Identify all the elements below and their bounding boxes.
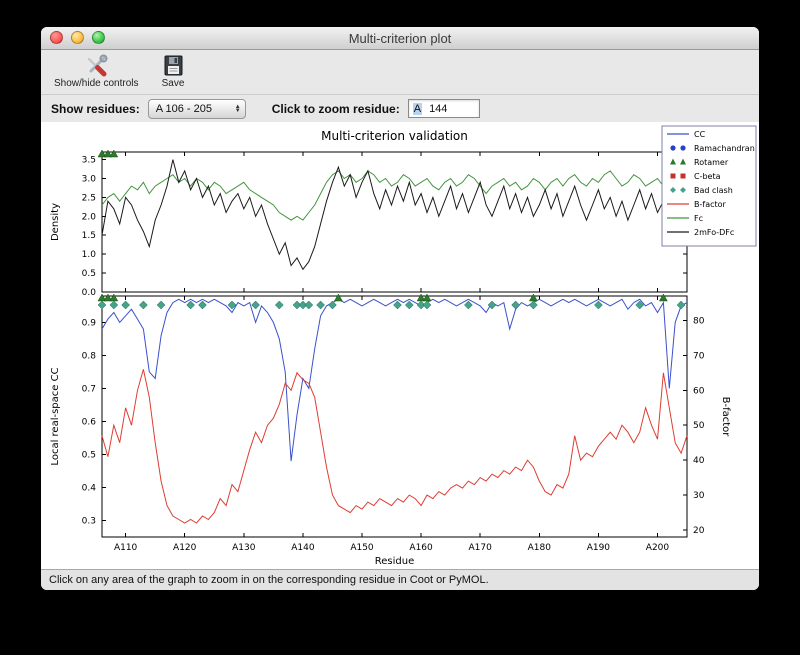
svg-text:0.0: 0.0 [82, 288, 97, 298]
svg-text:70: 70 [693, 351, 705, 361]
save-label: Save [161, 78, 185, 89]
svg-text:Residue: Residue [375, 556, 414, 567]
svg-text:Bad clash: Bad clash [694, 186, 733, 195]
svg-text:0.4: 0.4 [82, 483, 97, 493]
svg-text:0.6: 0.6 [82, 417, 97, 427]
svg-text:0.5: 0.5 [82, 269, 96, 279]
svg-text:Fc: Fc [694, 214, 703, 223]
toolbar: Show/hide controls Save [41, 50, 759, 94]
svg-text:40: 40 [693, 456, 705, 466]
svg-text:50: 50 [693, 421, 705, 431]
svg-text:A140: A140 [291, 543, 315, 553]
svg-text:0.5: 0.5 [82, 450, 96, 460]
window-title: Multi-criterion plot [348, 30, 452, 46]
plot-area: Multi-criterion validation 0.0 0.5 1.0 1.5 2.… [41, 122, 759, 569]
svg-text:0.9: 0.9 [82, 318, 97, 328]
show-hide-controls-button[interactable]: Show/hide controls [51, 52, 142, 90]
svg-text:A170: A170 [469, 543, 493, 553]
svg-text:Density: Density [50, 203, 61, 241]
svg-text:B-factor: B-factor [694, 200, 727, 209]
svg-text:CC: CC [694, 130, 706, 139]
svg-text:60: 60 [693, 386, 705, 396]
status-text: Click on any area of the graph to zoom i… [49, 574, 489, 586]
zoom-residue-label: Click to zoom residue: [271, 101, 400, 116]
svg-text:A180: A180 [528, 543, 552, 553]
svg-text:A150: A150 [350, 543, 374, 553]
status-bar: Click on any area of the graph to zoom i… [41, 569, 759, 590]
svg-text:3.5: 3.5 [82, 156, 96, 166]
show-hide-controls-label: Show/hide controls [54, 78, 139, 89]
popup-arrows-icon: ▲ ▼ [234, 103, 241, 114]
close-button[interactable] [50, 31, 63, 44]
show-residues-label: Show residues: [51, 101, 140, 116]
svg-text:30: 30 [693, 491, 705, 501]
svg-text:A160: A160 [409, 543, 433, 553]
svg-text:2.5: 2.5 [82, 193, 96, 203]
svg-text:B-factor: B-factor [720, 397, 731, 438]
svg-text:A130: A130 [232, 543, 256, 553]
svg-text:Ramachandran: Ramachandran [694, 144, 755, 153]
multi-criterion-chart[interactable]: Multi-criterion validation 0.0 0.5 1.0 1.5 2.… [42, 122, 758, 569]
save-icon [164, 55, 182, 76]
window-controls [50, 31, 105, 44]
svg-text:A120: A120 [173, 543, 197, 553]
residue-range-value: A 106 - 205 [155, 102, 212, 115]
svg-text:1.0: 1.0 [82, 250, 97, 260]
svg-text:C-beta: C-beta [694, 172, 721, 181]
svg-text:A200: A200 [646, 543, 670, 553]
zoom-residue-input[interactable]: A 144 [407, 99, 480, 118]
title-bar[interactable]: Multi-criterion plot [41, 27, 759, 50]
svg-text:2.0: 2.0 [82, 212, 97, 222]
svg-text:0.8: 0.8 [82, 351, 97, 361]
svg-text:80: 80 [693, 316, 705, 326]
svg-text:3.0: 3.0 [82, 174, 97, 184]
svg-text:20: 20 [693, 526, 705, 536]
svg-text:0.3: 0.3 [82, 516, 96, 526]
tools-icon [87, 54, 108, 77]
save-button[interactable]: Save [158, 52, 189, 90]
svg-text:A190: A190 [587, 543, 611, 553]
svg-text:A110: A110 [114, 543, 138, 553]
residue-range-select[interactable]: A 106 - 205 ▲ ▼ [147, 98, 246, 119]
minimize-button[interactable] [71, 31, 84, 44]
svg-text:Local real-space CC: Local real-space CC [50, 367, 61, 465]
svg-text:2mFo-DFc: 2mFo-DFc [694, 228, 734, 237]
controls-bar: Show residues: A 106 - 205 ▲ ▼ Click to z… [41, 94, 759, 122]
svg-text:Multi-criterion validation: Multi-criterion validation [321, 129, 468, 143]
svg-text:0.7: 0.7 [82, 384, 96, 394]
zoom-residue-number: 144 [429, 102, 448, 115]
multi-criterion-plot-window: Multi-criterion plot Show/hide controls … [41, 27, 759, 590]
svg-text:1.5: 1.5 [82, 231, 96, 241]
zoom-window-button[interactable] [92, 31, 105, 44]
zoom-residue-chain: A [412, 102, 423, 115]
svg-text:Rotamer: Rotamer [694, 158, 729, 167]
